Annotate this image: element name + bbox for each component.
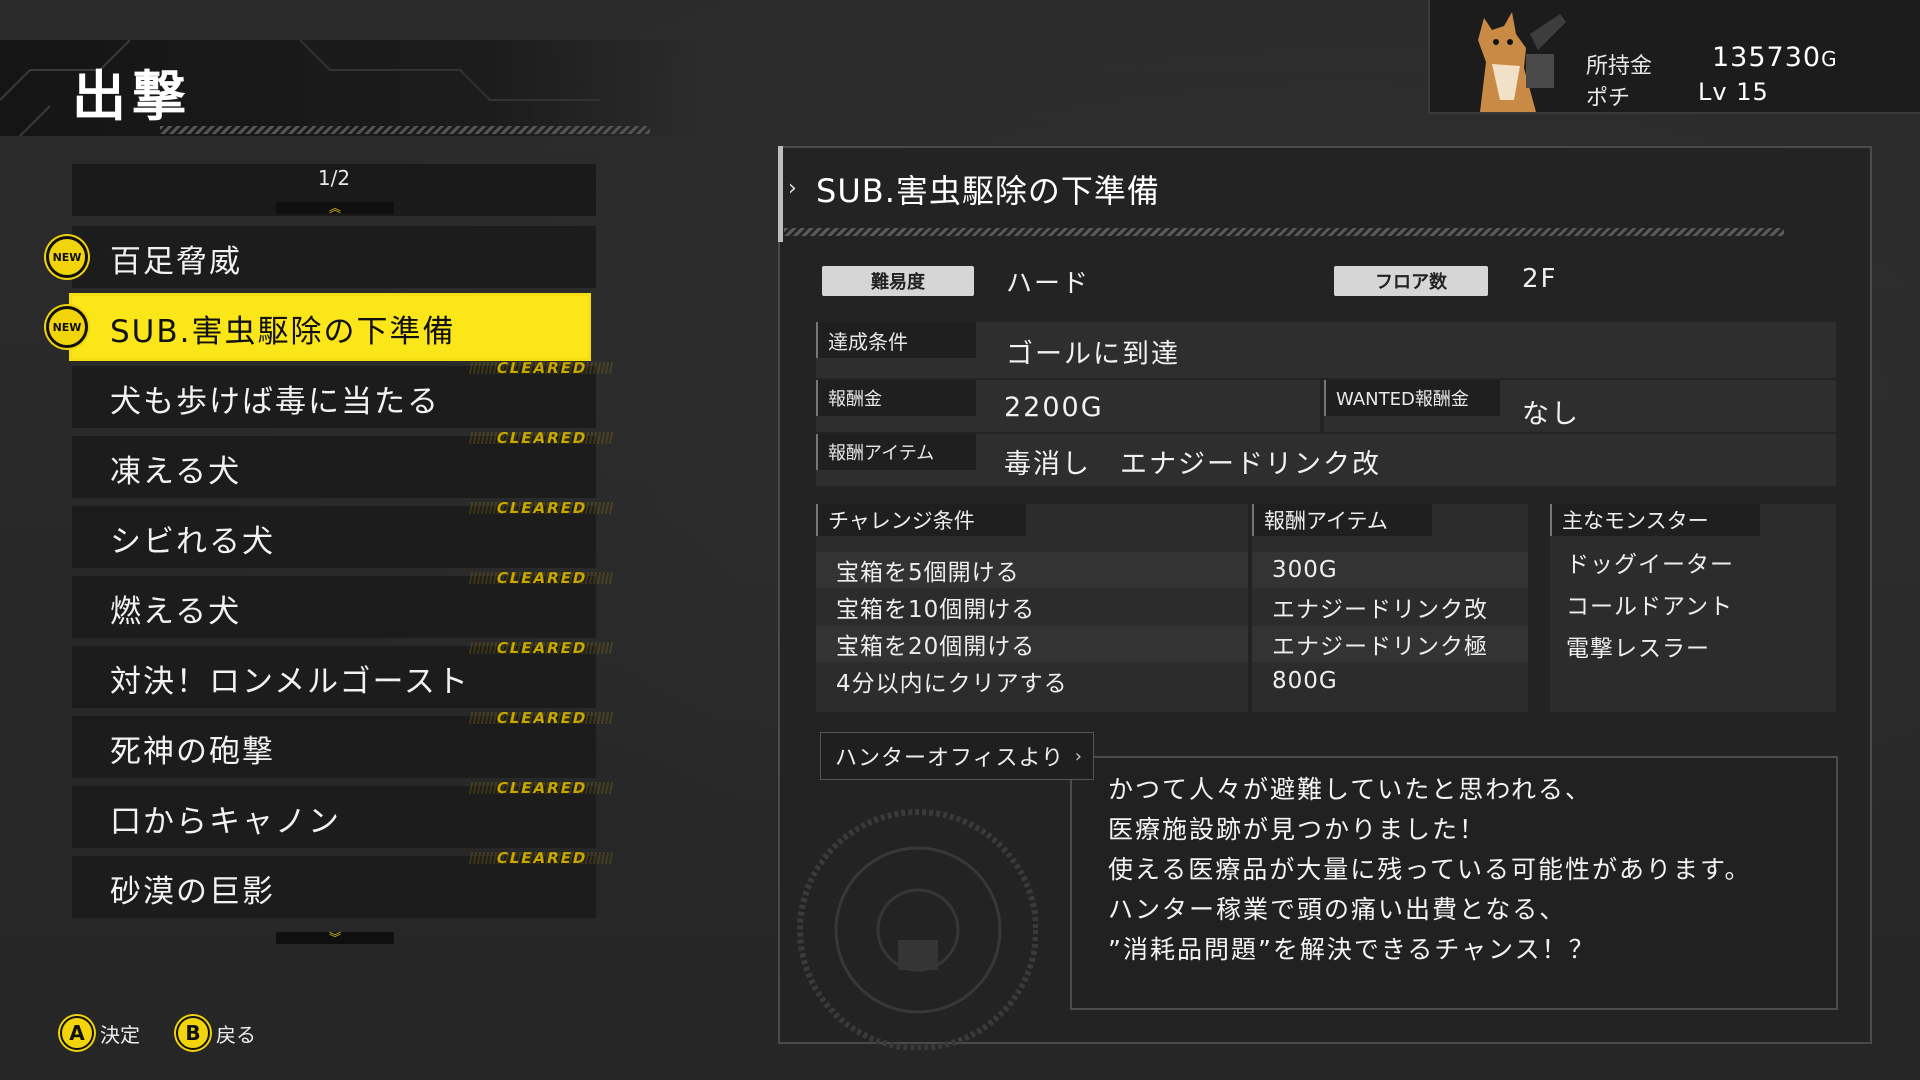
mission-item-label: シビれる犬 xyxy=(110,524,275,560)
back-control[interactable]: B 戻る xyxy=(176,1016,256,1050)
reward-value: 2200G xyxy=(1004,392,1104,423)
mission-item-label: 口からキャノン xyxy=(110,804,341,840)
monster-name: コールドアント xyxy=(1566,594,1734,620)
new-badge: NEW xyxy=(46,306,88,348)
challenge-reward: 800G xyxy=(1272,668,1338,694)
mission-item-label: 砂漠の巨影 xyxy=(110,874,275,910)
challenge-reward: エナジードリンク改 xyxy=(1272,597,1488,623)
b-button-icon: B xyxy=(176,1016,210,1050)
detail-stripe xyxy=(784,228,1784,236)
reward-label: 報酬金 xyxy=(816,380,976,416)
back-label: 戻る xyxy=(216,1022,256,1047)
dog-level: Lv 15 xyxy=(1698,78,1769,106)
dog-name: ポチ xyxy=(1586,86,1631,111)
cleared-badge: CLEARED xyxy=(472,569,612,587)
floors-value: 2F xyxy=(1522,264,1558,294)
mission-item[interactable]: SUB.害虫駆除の下準備 xyxy=(72,296,588,358)
mission-item-label: 百足脅威 xyxy=(110,244,242,280)
cleared-badge: CLEARED xyxy=(472,429,612,447)
confirm-control[interactable]: A 決定 xyxy=(60,1016,140,1050)
a-button-icon: A xyxy=(60,1016,94,1050)
header-stripe xyxy=(160,126,650,134)
challenge-condition: 宝箱を5個開ける xyxy=(816,552,1248,588)
message-line: 医療施設跡が見つかりました！ xyxy=(1108,815,1487,844)
office-tab-label: ハンターオフィスより xyxy=(835,746,1065,771)
challenge-reward: 300G xyxy=(1252,552,1528,588)
message-line: ”消耗品問題”を解決できるチャンス！？ xyxy=(1108,935,1596,964)
mission-item-label: 死神の砲撃 xyxy=(110,734,275,770)
cleared-badge: CLEARED xyxy=(472,849,612,867)
cleared-badge: CLEARED xyxy=(472,709,612,727)
mission-item-label: 凍える犬 xyxy=(110,454,242,490)
page-title: 出撃 xyxy=(72,65,192,128)
monster-name: 電撃レスラー xyxy=(1566,636,1710,662)
mission-item-label: 燃える犬 xyxy=(110,594,242,630)
hunter-office-stamp xyxy=(797,809,1038,1050)
gold-label: 所持金 xyxy=(1586,54,1653,79)
reward-items-value: 毒消し エナジードリンク改 xyxy=(1004,449,1381,480)
scroll-down-button[interactable]: ︾ xyxy=(276,932,394,944)
message-line: ハンター稼業で頭の痛い出費となる、 xyxy=(1108,895,1567,924)
mission-item-label: 犬も歩けば毒に当たる xyxy=(110,384,440,420)
challenge-condition: 宝箱を10個開ける xyxy=(836,597,1036,623)
chevron-right-icon: › xyxy=(788,176,797,201)
floors-label: フロア数 xyxy=(1334,266,1488,296)
monster-name: ドッグイーター xyxy=(1566,552,1734,578)
challenge-header: チャレンジ条件 xyxy=(816,504,1026,536)
confirm-label: 決定 xyxy=(100,1022,140,1047)
gold-unit: G xyxy=(1821,47,1838,71)
goal-label: 達成条件 xyxy=(816,322,976,358)
mission-title: SUB.害虫駆除の下準備 xyxy=(816,172,1160,210)
mission-item-label: SUB.害虫駆除の下準備 xyxy=(110,314,456,350)
challenge-condition: 4分以内にクリアする xyxy=(836,671,1068,697)
goal-value: ゴールに到達 xyxy=(1006,339,1180,370)
gold-value: 135730G xyxy=(1712,42,1838,73)
scroll-up-button[interactable]: ︽ xyxy=(276,202,394,214)
challenge-condition: 宝箱を20個開ける xyxy=(816,626,1248,662)
cleared-badge: CLEARED xyxy=(472,359,612,377)
mission-item-label: 対決！ロンメルゴースト xyxy=(110,664,470,700)
reward-items-label: 報酬アイテム xyxy=(816,434,976,470)
message-line: かつて人々が避難していたと思われる、 xyxy=(1108,775,1593,804)
cleared-badge: CLEARED xyxy=(472,639,612,657)
message-line: 使える医療品が大量に残っている可能性があります。 xyxy=(1108,855,1752,884)
challenge-reward: エナジードリンク極 xyxy=(1252,626,1528,662)
chevron-down-icon: ︾ xyxy=(328,931,341,945)
dog-avatar-icon xyxy=(1440,4,1570,112)
challenge-reward-header: 報酬アイテム xyxy=(1252,504,1432,536)
mission-item[interactable]: 百足脅威 xyxy=(72,226,596,288)
difficulty-value: ハード xyxy=(1006,269,1091,299)
wanted-label: WANTED報酬金 xyxy=(1324,380,1500,416)
chevron-up-icon: ︽ xyxy=(328,201,341,215)
cleared-badge: CLEARED xyxy=(472,779,612,797)
monsters-header: 主なモンスター xyxy=(1550,504,1760,536)
difficulty-label: 難易度 xyxy=(822,266,974,296)
wanted-value: なし xyxy=(1522,399,1580,430)
page-indicator: 1/2 xyxy=(317,166,351,190)
detail-accent xyxy=(778,146,783,242)
hunter-office-tab[interactable]: ハンターオフィスより › xyxy=(820,732,1094,780)
new-badge: NEW xyxy=(46,236,88,278)
cleared-badge: CLEARED xyxy=(472,499,612,517)
chevron-right-icon: › xyxy=(1074,745,1083,767)
